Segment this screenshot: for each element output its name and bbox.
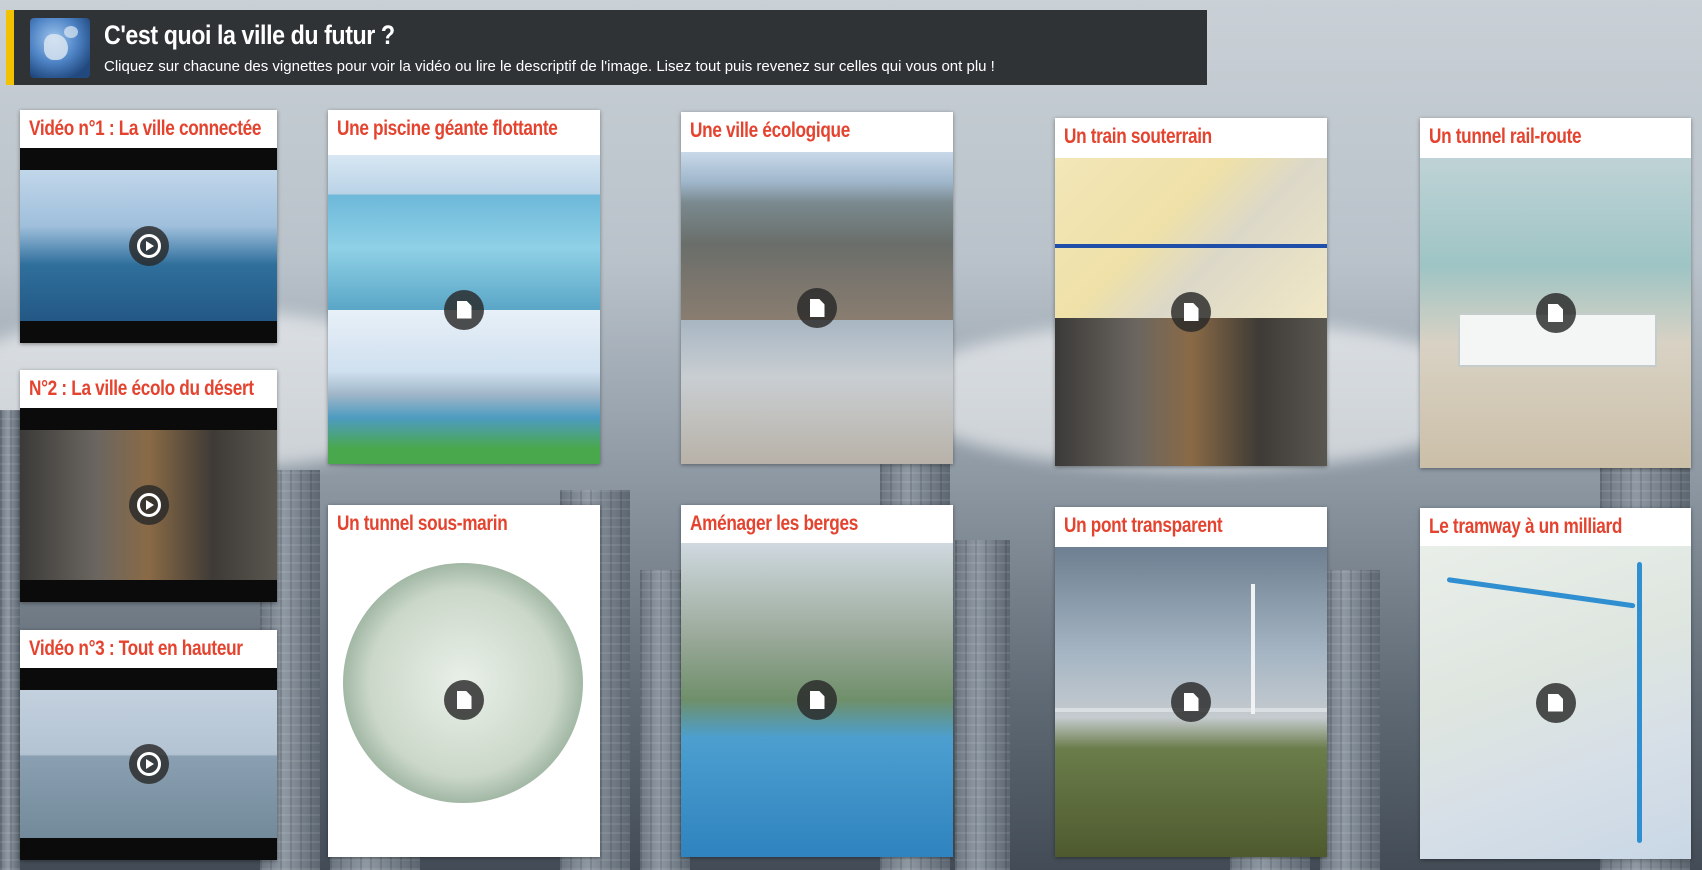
card-title: Un tunnel sous-marin: [337, 512, 508, 535]
page-title: C'est quoi la ville du futur ?: [104, 20, 395, 50]
image-card-underground-train[interactable]: Un train souterrain: [1055, 118, 1327, 466]
play-icon[interactable]: [128, 225, 169, 266]
document-icon[interactable]: [444, 680, 484, 720]
image-card-floating-pool[interactable]: Une piscine géante flottante: [328, 110, 600, 464]
video-card-desert-eco-city[interactable]: N°2 : La ville écolo du désert: [20, 370, 277, 602]
image-card-rail-road-tunnel[interactable]: Un tunnel rail-route: [1420, 118, 1691, 468]
card-title: Une piscine géante flottante: [337, 117, 558, 140]
card-title: Aménager les berges: [690, 512, 858, 535]
card-title: Vidéo n°3 : Tout en hauteur: [29, 637, 243, 660]
image-card-riverbanks[interactable]: Aménager les berges: [681, 505, 953, 857]
document-icon[interactable]: [1535, 682, 1576, 723]
play-icon[interactable]: [128, 485, 169, 525]
image-thumbnail: [681, 152, 953, 464]
video-card-high-rise[interactable]: Vidéo n°3 : Tout en hauteur: [20, 630, 277, 860]
card-title: Une ville écologique: [690, 119, 850, 142]
image-thumbnail: [1055, 547, 1327, 857]
card-title: Un pont transparent: [1064, 514, 1223, 537]
card-title: N°2 : La ville écolo du désert: [29, 377, 254, 400]
image-thumbnail: [328, 543, 600, 857]
image-card-billion-tramway[interactable]: Le tramway à un milliard: [1420, 508, 1691, 859]
document-icon[interactable]: [444, 289, 484, 330]
page-header: C'est quoi la ville du futur ? Cliquez s…: [6, 10, 1207, 85]
card-title: Le tramway à un milliard: [1429, 515, 1623, 538]
document-icon[interactable]: [797, 288, 837, 328]
video-thumbnail: [20, 408, 277, 602]
image-thumbnail: [1420, 158, 1691, 468]
globe-icon: [30, 18, 90, 78]
image-thumbnail: [681, 543, 953, 857]
image-thumbnail: [1420, 546, 1691, 859]
page-subtitle: Cliquez sur chacune des vignettes pour v…: [104, 58, 995, 75]
image-card-ecological-city[interactable]: Une ville écologique: [681, 112, 953, 464]
video-thumbnail: [20, 668, 277, 860]
document-icon[interactable]: [1171, 682, 1211, 722]
document-icon[interactable]: [1171, 292, 1211, 332]
document-icon[interactable]: [1535, 293, 1576, 333]
card-title: Vidéo n°1 : La ville connectée: [29, 117, 262, 140]
document-icon[interactable]: [797, 680, 837, 720]
card-title: Un tunnel rail-route: [1429, 125, 1582, 148]
play-icon[interactable]: [128, 744, 169, 784]
image-thumbnail: [328, 155, 600, 464]
video-card-connected-city[interactable]: Vidéo n°1 : La ville connectée: [20, 110, 277, 343]
image-card-undersea-tunnel[interactable]: Un tunnel sous-marin: [328, 505, 600, 857]
video-thumbnail: [20, 148, 277, 343]
card-title: Un train souterrain: [1064, 125, 1212, 148]
image-card-transparent-bridge[interactable]: Un pont transparent: [1055, 507, 1327, 857]
image-thumbnail: [1055, 158, 1327, 466]
